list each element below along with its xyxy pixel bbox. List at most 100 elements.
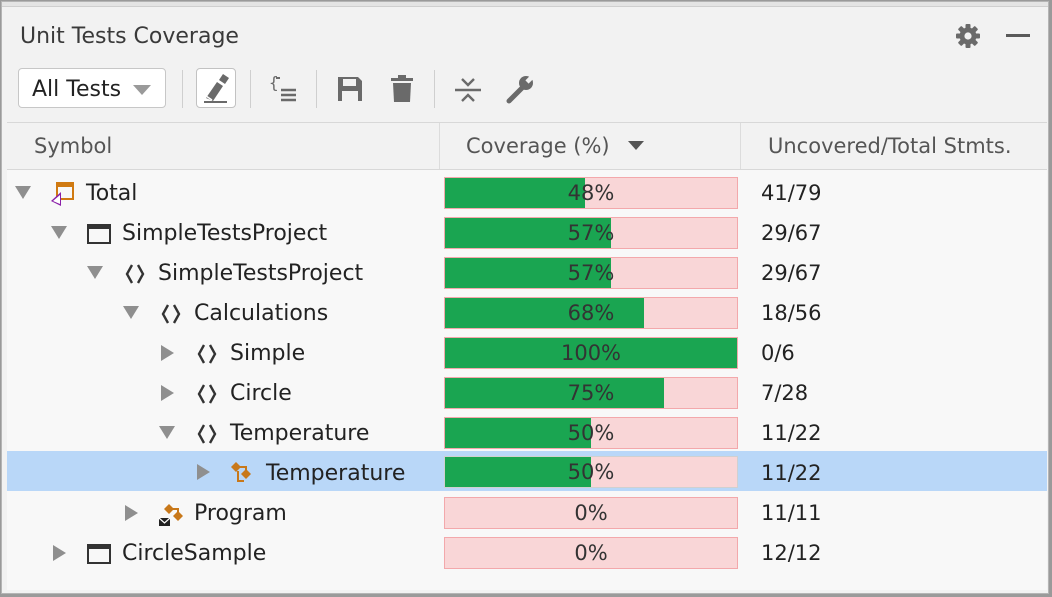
expand-triangle-icon[interactable]: [197, 464, 210, 480]
collapse-triangle-icon[interactable]: [159, 426, 175, 439]
toolbar-separator: [316, 70, 317, 108]
toolbar-separator: [434, 70, 435, 108]
symbol-column-header[interactable]: Symbol: [34, 123, 112, 169]
coverage-column-label: Coverage (%): [466, 134, 610, 158]
tree-row-label: SimpleTestsProject: [122, 221, 328, 246]
coverage-bar: 75%: [444, 377, 738, 409]
namespace-icon: [161, 304, 181, 324]
minimize-button[interactable]: [1006, 34, 1030, 37]
stmts-value: 18/56: [761, 301, 822, 325]
coverage-bar: 57%: [444, 257, 738, 289]
settings-wrench-button[interactable]: [500, 68, 540, 108]
collapse-triangle-icon[interactable]: [51, 226, 67, 239]
coverage-bar: 0%: [444, 497, 738, 529]
coverage-bar: 50%: [444, 456, 738, 488]
coverage-bar: 68%: [444, 297, 738, 329]
svg-text:{: {: [269, 73, 279, 92]
tree-row-label: Temperature: [230, 421, 370, 446]
window-top-border: [2, 2, 1048, 7]
save-icon: [338, 77, 362, 101]
stmts-column-header[interactable]: Uncovered/Total Stmts.: [768, 123, 1012, 169]
tree-row-project[interactable]: CircleSample 0% 12/12: [7, 533, 1047, 573]
tree-row-label: Circle: [230, 381, 292, 406]
tree-row-label: Simple: [230, 341, 306, 366]
show-code-button[interactable]: {: [264, 68, 304, 108]
collapse-all-button[interactable]: [448, 68, 488, 108]
coverage-bar: 0%: [444, 537, 738, 569]
save-button[interactable]: [330, 68, 370, 108]
stmts-value: 11/11: [761, 501, 822, 525]
stmts-value: 41/79: [761, 181, 822, 205]
expand-triangle-icon[interactable]: [161, 385, 174, 401]
coverage-column-header[interactable]: Coverage (%): [466, 123, 644, 169]
tree-row-class[interactable]: Program 0% 11/11: [7, 493, 1047, 533]
namespace-icon: [197, 424, 217, 444]
column-header: Symbol Coverage (%) Uncovered/Total Stmt…: [7, 122, 1047, 170]
tree-row-label: Program: [194, 501, 287, 526]
tree-row-project[interactable]: SimpleTestsProject 57% 29/67: [7, 213, 1047, 253]
coverage-bar: 57%: [444, 217, 738, 249]
expand-triangle-icon[interactable]: [53, 545, 66, 561]
tree-row-namespace[interactable]: Calculations 68% 18/56: [7, 293, 1047, 333]
tree-row-label: CircleSample: [122, 541, 267, 566]
collapse-triangle-icon[interactable]: [15, 186, 31, 199]
collapse-triangle-icon[interactable]: [123, 306, 139, 319]
stmts-value: 0/6: [761, 341, 795, 365]
coverage-percent: 50%: [567, 421, 615, 445]
expand-triangle-icon[interactable]: [161, 345, 174, 361]
coverage-percent: 68%: [567, 301, 615, 325]
stmts-value: 7/28: [761, 381, 809, 405]
collapse-triangle-icon[interactable]: [87, 266, 103, 279]
internal-class-icon: [158, 504, 183, 526]
coverage-percent: 57%: [567, 221, 615, 245]
tree-row-namespace[interactable]: Simple 100% 0/6: [7, 333, 1047, 373]
test-filter-dropdown[interactable]: All Tests: [18, 68, 166, 108]
tree-row-label: Total: [86, 181, 138, 206]
wrench-icon: [506, 74, 535, 104]
expand-triangle-icon[interactable]: [125, 505, 138, 521]
column-divider[interactable]: [740, 123, 741, 169]
toolbar: All Tests {: [18, 66, 1048, 114]
show-code-icon: {: [269, 73, 296, 102]
tree-row-total[interactable]: Total 48% 41/79: [7, 173, 1047, 213]
tree-row-namespace[interactable]: Circle 75% 7/28: [7, 373, 1047, 413]
namespace-icon: [197, 344, 217, 364]
stmts-value: 12/12: [761, 541, 822, 565]
delete-button[interactable]: [382, 68, 422, 108]
highlight-code-button[interactable]: [196, 68, 236, 108]
chevron-down-icon: [133, 85, 151, 95]
gear-icon[interactable]: [954, 22, 982, 50]
namespace-icon: [125, 264, 145, 284]
sort-descending-icon: [627, 140, 644, 150]
namespace-icon: [197, 384, 217, 404]
stmts-value: 11/22: [761, 461, 822, 485]
coverage-percent: 100%: [560, 341, 622, 365]
coverage-percent: 57%: [567, 261, 615, 285]
tree-row-class-selected[interactable]: Temperature 50% 11/22: [7, 451, 1047, 491]
stmts-value: 29/67: [761, 221, 822, 245]
coverage-percent: 50%: [567, 460, 615, 484]
tree-row-namespace[interactable]: SimpleTestsProject 57% 29/67: [7, 253, 1047, 293]
column-divider[interactable]: [439, 123, 440, 169]
tree-row-label: Temperature: [266, 461, 406, 486]
highlight-code-icon: [204, 74, 229, 103]
project-icon: [87, 544, 111, 564]
coverage-bar: 100%: [444, 337, 738, 369]
project-icon: [87, 224, 111, 244]
coverage-percent: 75%: [567, 381, 615, 405]
toolbar-separator: [250, 70, 251, 108]
stmts-value: 11/22: [761, 421, 822, 445]
coverage-tree: Total 48% 41/79 SimpleTestsProject 57% 2…: [7, 170, 1047, 590]
toolbar-separator: [182, 70, 183, 108]
coverage-percent: 0%: [574, 541, 608, 565]
coverage-percent: 48%: [567, 181, 615, 205]
class-icon: [231, 462, 251, 482]
coverage-bar: 48%: [444, 177, 738, 209]
tree-row-namespace[interactable]: Temperature 50% 11/22: [7, 413, 1047, 453]
tree-row-label: Calculations: [194, 301, 329, 326]
collapse-all-icon: [455, 78, 481, 102]
test-filter-value: All Tests: [32, 77, 122, 102]
stmts-value: 29/67: [761, 261, 822, 285]
coverage-window: Unit Tests Coverage All Tests {Symbol C…: [1, 1, 1049, 594]
solution-icon: [51, 182, 74, 206]
